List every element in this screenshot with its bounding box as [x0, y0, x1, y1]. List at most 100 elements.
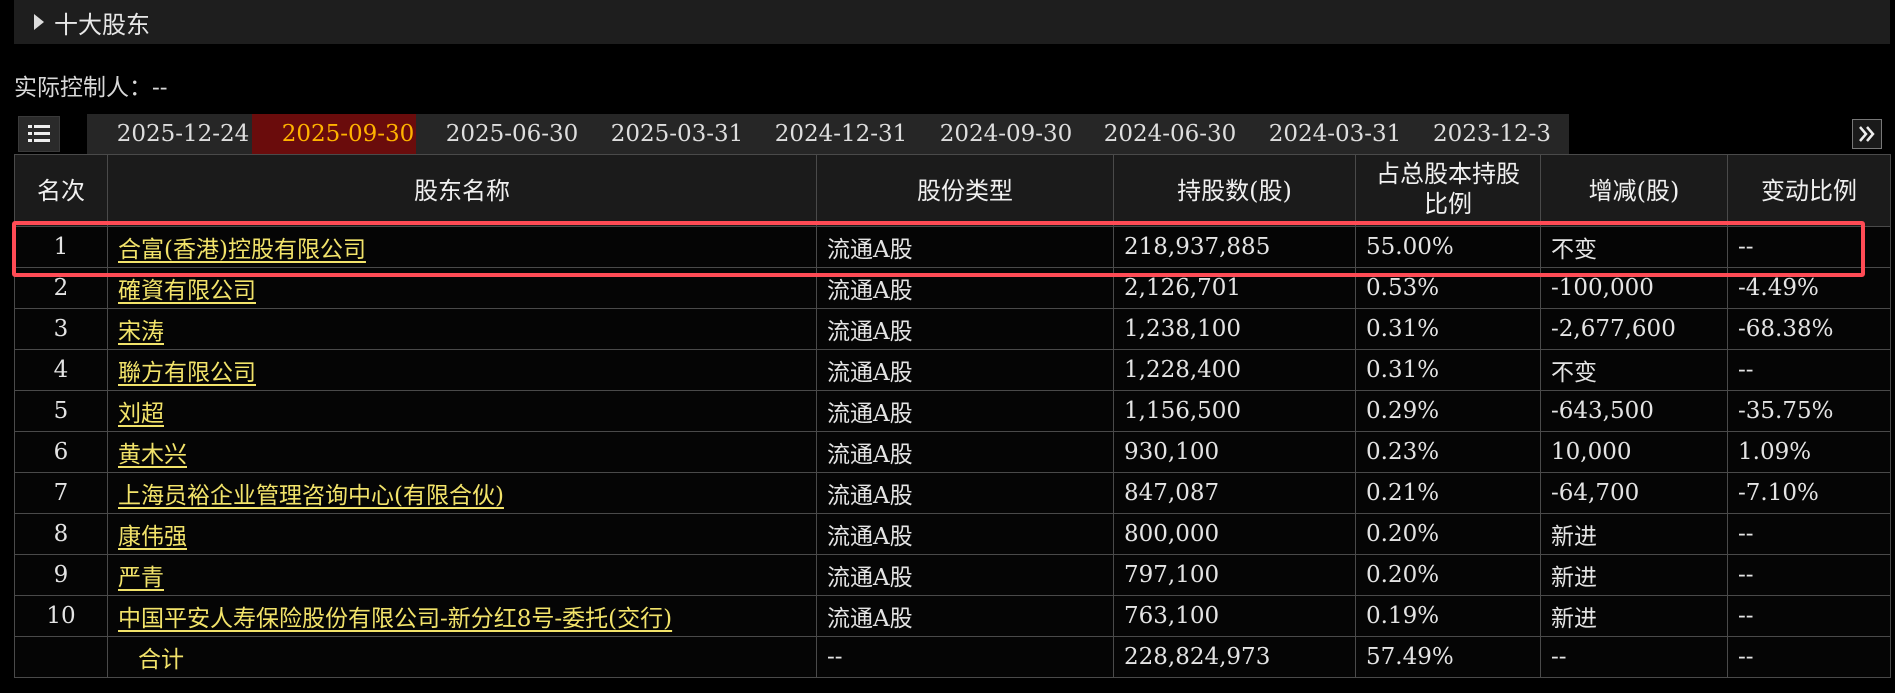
tab-date-2025-12-24[interactable]: 2025-12-24	[87, 114, 279, 154]
shareholder-name-link[interactable]: 上海员裕企业管理咨询中心(有限合伙)	[118, 483, 504, 509]
list-icon[interactable]	[18, 116, 60, 152]
shareholder-name-link[interactable]: 合富(香港)控股有限公司	[118, 237, 366, 263]
top-ten-shareholders-table: 名次 股东名称 股份类型 持股数(股) 占总股本持股 比例 增减(股) 变动比例…	[14, 154, 1891, 678]
rank-cell: 3	[14, 308, 108, 350]
header-shares[interactable]: 持股数(股)	[1113, 154, 1356, 227]
holding-ratio-cell: 0.23%	[1355, 431, 1541, 473]
change-shares-cell: 不变	[1540, 226, 1728, 268]
rank-cell: 9	[14, 554, 108, 596]
actual-controller: 实际控制人：--	[14, 75, 168, 101]
rank-cell: 1	[14, 226, 108, 268]
shareholder-name-cell: 宋涛	[107, 308, 817, 350]
table-row[interactable]: 6 黄木兴 流通A股 930,100 0.23% 10,000 1.09%	[14, 431, 1891, 473]
holding-ratio-cell: 0.20%	[1355, 554, 1541, 596]
shares-held-cell: 797,100	[1113, 554, 1356, 596]
change-ratio-cell: --	[1727, 513, 1891, 555]
share-type-cell: 流通A股	[816, 554, 1114, 596]
table-row[interactable]: 3 宋涛 流通A股 1,238,100 0.31% -2,677,600 -68.38%	[14, 308, 1891, 350]
holding-ratio-cell: 0.20%	[1355, 513, 1541, 555]
change-shares-cell: -643,500	[1540, 390, 1728, 432]
table-row[interactable]: 1 合富(香港)控股有限公司 流通A股 218,937,885 55.00% 不变 --	[14, 226, 1891, 268]
rank-cell: 7	[14, 472, 108, 514]
change-ratio-cell: --	[1727, 554, 1891, 596]
table-row[interactable]: 9 严青 流通A股 797,100 0.20% 新进 --	[14, 554, 1891, 596]
holding-ratio-cell: 0.29%	[1355, 390, 1541, 432]
change-shares-cell: 不变	[1540, 349, 1728, 391]
header-name[interactable]: 股东名称	[107, 154, 817, 227]
header-change-ratio[interactable]: 变动比例	[1727, 154, 1891, 227]
share-type-cell: 流通A股	[816, 308, 1114, 350]
tab-date-2023-12-3[interactable]: 2023-12-3	[1403, 114, 1569, 154]
total-label: 合计	[138, 647, 184, 673]
change-shares-cell: -100,000	[1540, 267, 1728, 309]
shares-held-cell: 800,000	[1113, 513, 1356, 555]
tab-date-2024-12-31[interactable]: 2024-12-31	[745, 114, 937, 154]
table-row[interactable]: 8 康伟强 流通A股 800,000 0.20% 新进 --	[14, 513, 1891, 555]
shareholder-name-link[interactable]: 刘超	[118, 401, 164, 427]
header-change[interactable]: 增减(股)	[1540, 154, 1728, 227]
rank-cell: 6	[14, 431, 108, 473]
total-ratio: 57.49%	[1355, 636, 1541, 678]
shares-held-cell: 930,100	[1113, 431, 1356, 473]
shares-held-cell: 1,228,400	[1113, 349, 1356, 391]
shareholder-name-cell: 聯方有限公司	[107, 349, 817, 391]
shares-held-cell: 218,937,885	[1113, 226, 1356, 268]
change-shares-cell: 新进	[1540, 595, 1728, 637]
shareholder-name-link[interactable]: 宋涛	[118, 319, 164, 345]
section-header[interactable]: 十大股东	[14, 0, 1890, 44]
rank-cell: 10	[14, 595, 108, 637]
double-chevron-right-icon[interactable]	[1852, 119, 1882, 149]
header-ratio-line1: 占总股本持股	[1376, 160, 1520, 188]
shareholder-name-link[interactable]: 確資有限公司	[118, 278, 256, 304]
table-row[interactable]: 2 確資有限公司 流通A股 2,126,701 0.53% -100,000 -4.49%	[14, 267, 1891, 309]
tab-date-2024-06-30[interactable]: 2024-06-30	[1074, 114, 1266, 154]
header-ratio-line2: 比例	[1424, 190, 1472, 218]
report-date-tabs: 2025-12-24 2025-09-30 2025-06-30 2025-03-31…	[14, 114, 1890, 154]
shareholder-name-cell: 康伟强	[107, 513, 817, 555]
shareholder-name-link[interactable]: 严青	[118, 565, 164, 591]
holding-ratio-cell: 0.31%	[1355, 308, 1541, 350]
table-header-row: 名次 股东名称 股份类型 持股数(股) 占总股本持股 比例 增减(股) 变动比例	[14, 154, 1891, 227]
total-row: 合计 -- 228,824,973 57.49% -- --	[14, 636, 1891, 678]
total-shares: 228,824,973	[1113, 636, 1356, 678]
change-shares-cell: 新进	[1540, 554, 1728, 596]
tab-date-2025-06-30[interactable]: 2025-06-30	[416, 114, 608, 154]
change-shares-cell: -64,700	[1540, 472, 1728, 514]
share-type-cell: 流通A股	[816, 472, 1114, 514]
table-row[interactable]: 5 刘超 流通A股 1,156,500 0.29% -643,500 -35.75%	[14, 390, 1891, 432]
header-rank[interactable]: 名次	[14, 154, 108, 227]
table-row[interactable]: 10 中国平安人寿保险股份有限公司-新分红8号-委托(交行) 流通A股 763,100…	[14, 595, 1891, 637]
expand-triangle-icon[interactable]	[34, 14, 44, 30]
holding-ratio-cell: 0.31%	[1355, 349, 1541, 391]
rank-cell: 2	[14, 267, 108, 309]
change-shares-cell: 新进	[1540, 513, 1728, 555]
change-ratio-cell: -4.49%	[1727, 267, 1891, 309]
table-row[interactable]: 4 聯方有限公司 流通A股 1,228,400 0.31% 不变 --	[14, 349, 1891, 391]
holding-ratio-cell: 0.19%	[1355, 595, 1541, 637]
shareholder-name-link[interactable]: 黄木兴	[118, 442, 187, 468]
shares-held-cell: 763,100	[1113, 595, 1356, 637]
shares-held-cell: 2,126,701	[1113, 267, 1356, 309]
shareholder-name-cell: 上海员裕企业管理咨询中心(有限合伙)	[107, 472, 817, 514]
shareholder-name-link[interactable]: 中国平安人寿保险股份有限公司-新分红8号-委托(交行)	[118, 606, 672, 632]
shares-held-cell: 1,238,100	[1113, 308, 1356, 350]
change-ratio-cell: 1.09%	[1727, 431, 1891, 473]
shareholder-name-cell: 確資有限公司	[107, 267, 817, 309]
shareholder-name-link[interactable]: 康伟强	[118, 524, 187, 550]
header-type[interactable]: 股份类型	[816, 154, 1114, 227]
change-shares-cell: 10,000	[1540, 431, 1728, 473]
share-type-cell: 流通A股	[816, 390, 1114, 432]
shareholder-name-link[interactable]: 聯方有限公司	[118, 360, 256, 386]
share-type-cell: 流通A股	[816, 431, 1114, 473]
share-type-cell: 流通A股	[816, 349, 1114, 391]
table-row[interactable]: 7 上海员裕企业管理咨询中心(有限合伙) 流通A股 847,087 0.21% -64,7…	[14, 472, 1891, 514]
change-shares-cell: -2,677,600	[1540, 308, 1728, 350]
change-ratio-cell: -68.38%	[1727, 308, 1891, 350]
header-ratio[interactable]: 占总股本持股 比例	[1355, 154, 1541, 227]
shareholder-name-cell: 合富(香港)控股有限公司	[107, 226, 817, 268]
shareholder-name-cell: 中国平安人寿保险股份有限公司-新分红8号-委托(交行)	[107, 595, 817, 637]
rank-cell: 4	[14, 349, 108, 391]
share-type-cell: 流通A股	[816, 595, 1114, 637]
total-change-ratio: --	[1727, 636, 1891, 678]
shares-held-cell: 1,156,500	[1113, 390, 1356, 432]
